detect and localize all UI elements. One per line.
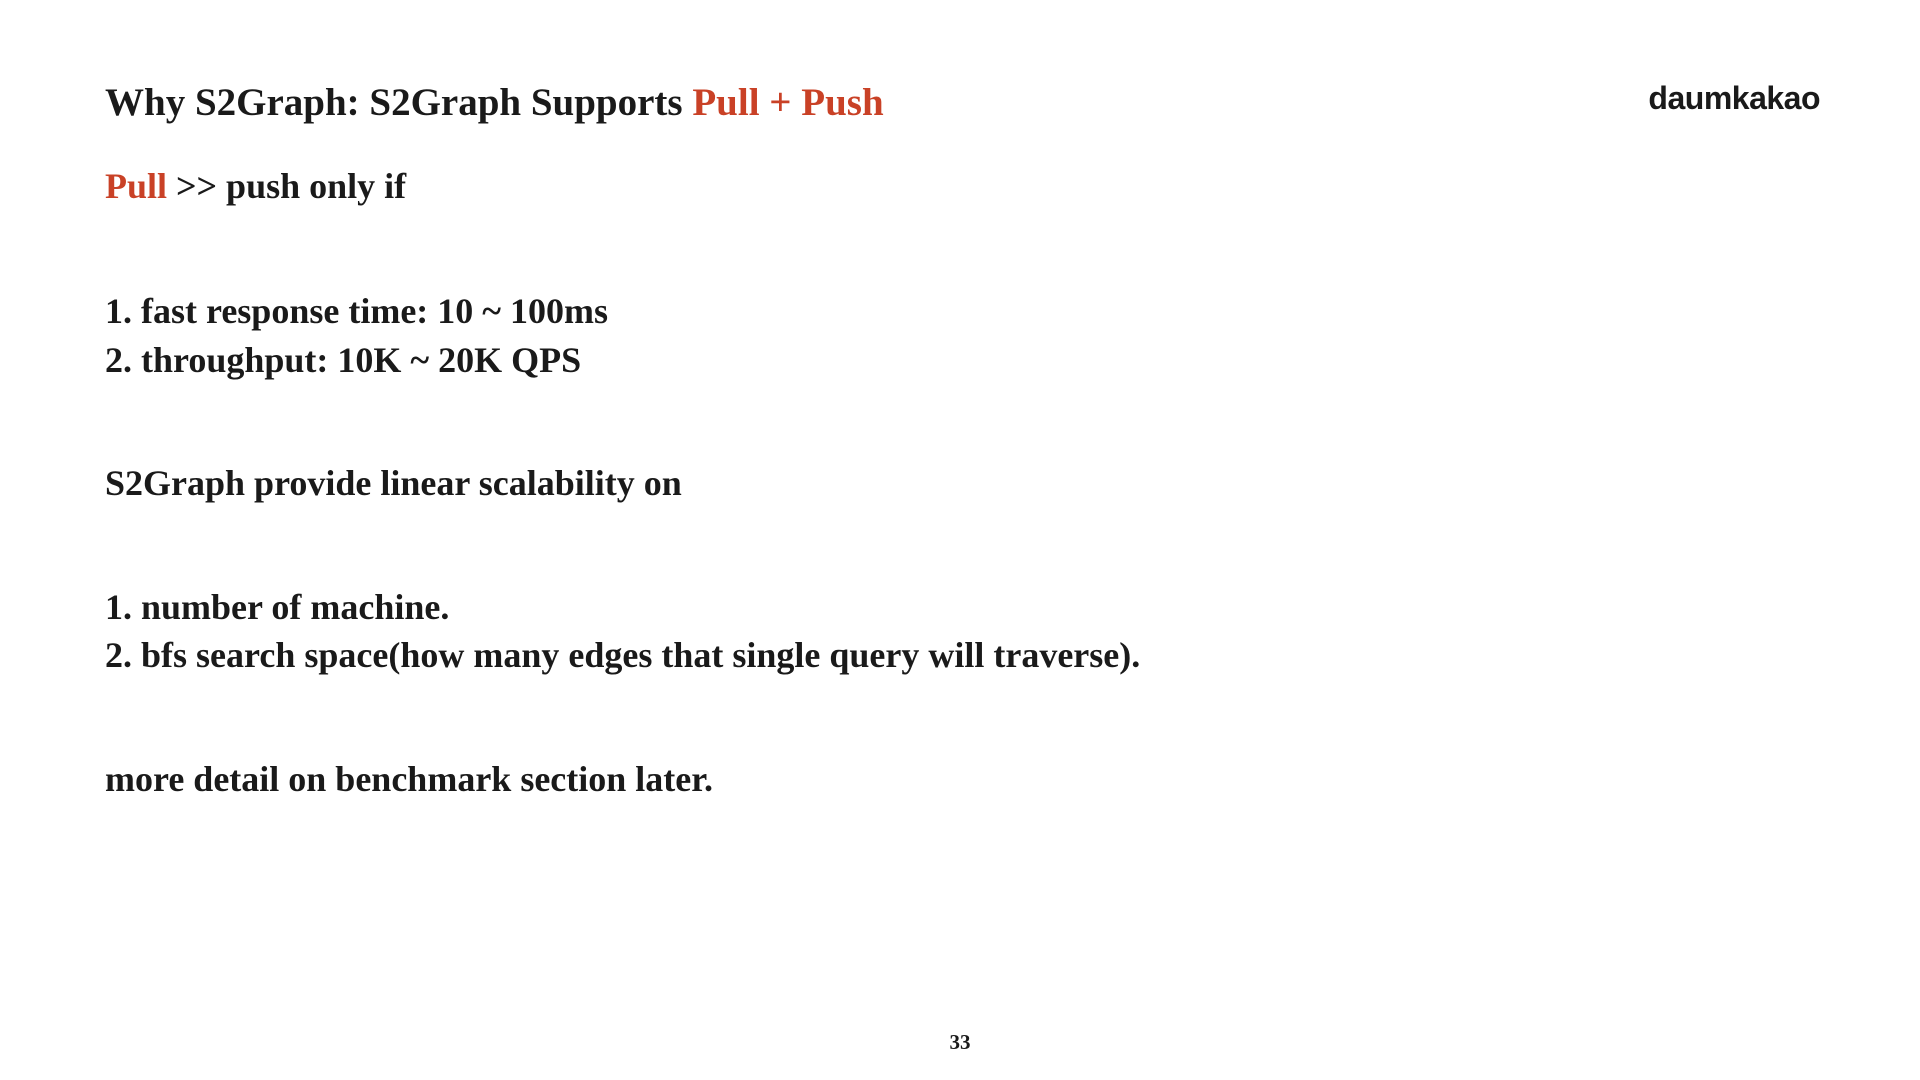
slide-title: Why S2Graph: S2Graph Supports Pull + Pus… <box>105 80 884 125</box>
title-text-plain: Why S2Graph: S2Graph Supports <box>105 81 692 124</box>
brand-logo: daumkakao <box>1648 80 1820 117</box>
footer-note: more detail on benchmark section later. <box>105 755 1820 804</box>
slide-subtitle: Pull >> push only if <box>105 165 1820 207</box>
header-row: Why S2Graph: S2Graph Supports Pull + Pus… <box>105 80 1820 125</box>
scalability-item-2: 2. bfs search space(how many edges that … <box>105 631 1820 680</box>
title-text-accent: Pull + Push <box>692 81 883 124</box>
slide-container: Why S2Graph: S2Graph Supports Pull + Pus… <box>0 0 1920 1080</box>
subtitle-plain: >> push only if <box>167 166 406 206</box>
conditions-list: 1. fast response time: 10 ~ 100ms 2. thr… <box>105 287 1820 384</box>
scalability-item-1: 1. number of machine. <box>105 583 1820 632</box>
scalability-heading: S2Graph provide linear scalability on <box>105 459 1820 508</box>
subtitle-accent: Pull <box>105 166 167 206</box>
scalability-list: 1. number of machine. 2. bfs search spac… <box>105 583 1820 680</box>
condition-item-1: 1. fast response time: 10 ~ 100ms <box>105 287 1820 336</box>
page-number: 33 <box>950 1030 971 1055</box>
condition-item-2: 2. throughput: 10K ~ 20K QPS <box>105 336 1820 385</box>
